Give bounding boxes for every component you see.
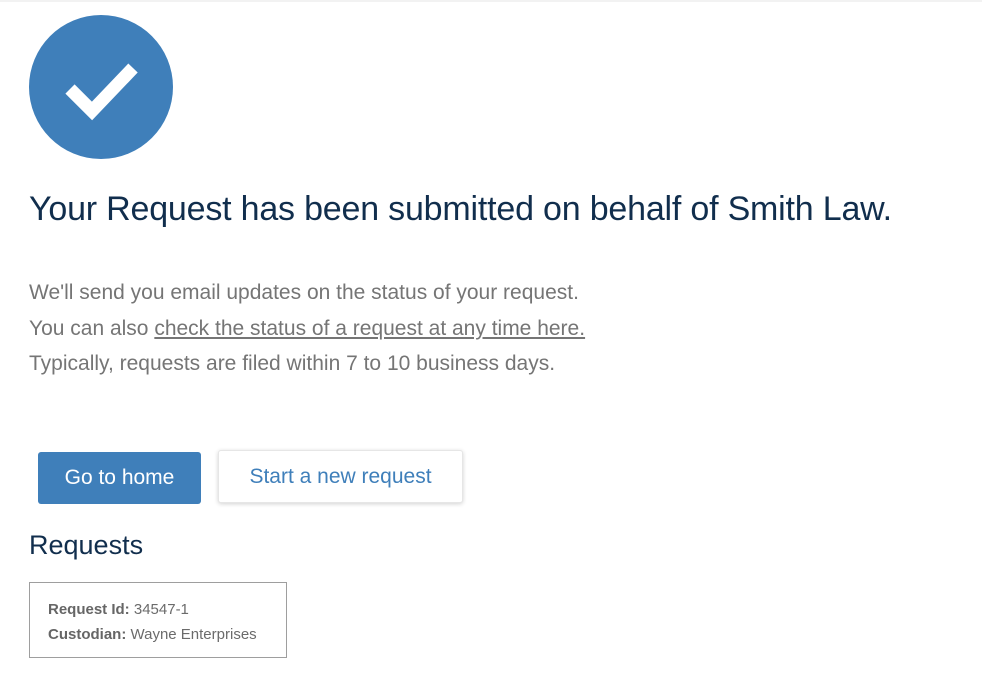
request-card[interactable]: Request Id: 34547-1 Custodian: Wayne Ent… bbox=[29, 582, 287, 658]
go-to-home-button[interactable]: Go to home bbox=[38, 452, 201, 504]
check-status-link[interactable]: check the status of a request at any tim… bbox=[154, 317, 585, 340]
status-check-prefix: You can also bbox=[29, 317, 155, 340]
success-check-icon bbox=[29, 15, 173, 159]
filing-time-text: Typically, requests are filed within 7 t… bbox=[29, 352, 556, 375]
requests-heading: Requests bbox=[29, 530, 144, 560]
start-new-request-button[interactable]: Start a new request bbox=[218, 450, 463, 503]
top-divider bbox=[0, 0, 982, 2]
status-check-text: You can also check the status of a reque… bbox=[29, 317, 585, 341]
custodian-row: Custodian: Wayne Enterprises bbox=[48, 622, 268, 647]
email-updates-text: We'll send you email updates on the stat… bbox=[29, 281, 579, 304]
confirmation-title: Your Request has been submitted on behal… bbox=[29, 190, 892, 228]
custodian-label: Custodian: bbox=[48, 626, 127, 643]
custodian-value: Wayne Enterprises bbox=[126, 626, 257, 643]
request-id-label: Request Id: bbox=[48, 601, 130, 618]
request-id-row: Request Id: 34547-1 bbox=[48, 597, 268, 622]
request-id-value: 34547-1 bbox=[129, 601, 189, 618]
